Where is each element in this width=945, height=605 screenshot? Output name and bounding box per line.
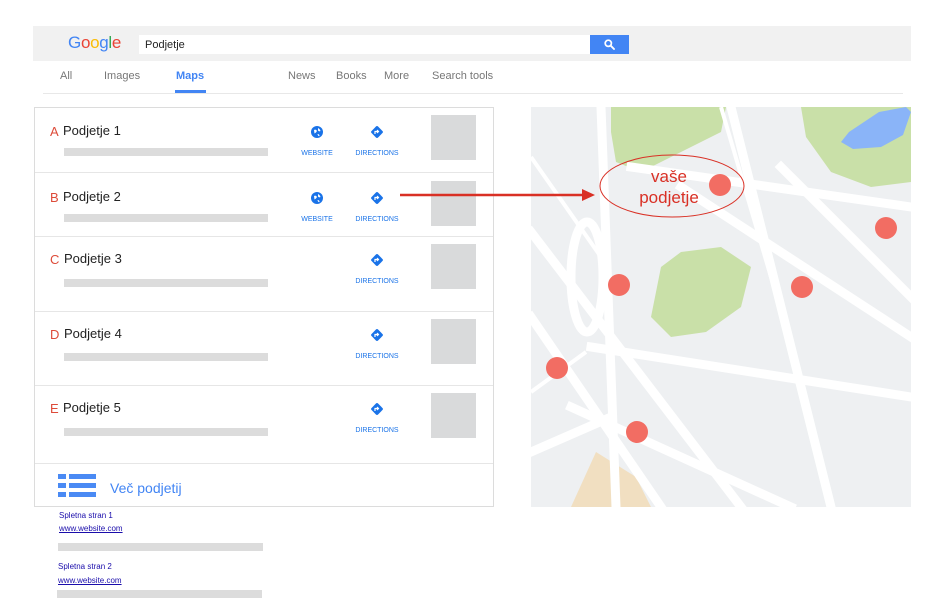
park-area	[651, 247, 751, 337]
address-placeholder	[64, 148, 268, 156]
row-divider	[35, 236, 493, 237]
globe-icon[interactable]	[310, 191, 324, 205]
more-businesses-link[interactable]: Več podjetij	[110, 480, 182, 496]
tab-images[interactable]: Images	[104, 70, 140, 82]
web-result-url[interactable]: www.website.com	[58, 576, 122, 585]
search-button[interactable]	[590, 35, 629, 54]
snippet-placeholder	[58, 543, 263, 551]
map-pin	[546, 357, 568, 379]
business-photo[interactable]	[431, 115, 476, 160]
address-placeholder	[64, 353, 268, 361]
search-input[interactable]	[139, 35, 590, 54]
list-icon[interactable]	[58, 474, 98, 500]
local-results-panel	[34, 107, 494, 507]
directions-icon[interactable]	[370, 402, 384, 416]
tab-all[interactable]: All	[60, 70, 72, 82]
result-letter: A	[50, 124, 59, 139]
tab-more[interactable]: More	[384, 70, 409, 82]
business-name[interactable]: Podjetje 3	[64, 251, 122, 266]
result-letter: D	[50, 327, 60, 342]
business-name[interactable]: Podjetje 4	[64, 326, 122, 341]
tab-books[interactable]: Books	[336, 70, 367, 82]
directions-button[interactable]: DIRECTIONS	[347, 150, 407, 157]
address-placeholder	[64, 214, 268, 222]
business-photo[interactable]	[431, 319, 476, 364]
website-button[interactable]: WEBSITE	[287, 216, 347, 223]
search-icon	[604, 39, 615, 50]
directions-icon[interactable]	[370, 328, 384, 342]
tab-news[interactable]: News	[288, 70, 316, 82]
web-result-title[interactable]: Spletna stran 2	[58, 562, 112, 571]
address-placeholder	[64, 279, 268, 287]
tab-search-tools[interactable]: Search tools	[432, 70, 493, 82]
row-divider	[35, 311, 493, 312]
directions-button[interactable]: DIRECTIONS	[347, 216, 407, 223]
result-letter: B	[50, 190, 59, 205]
globe-icon[interactable]	[310, 125, 324, 139]
callout-label: vaše podjetje	[639, 167, 699, 207]
business-name[interactable]: Podjetje 5	[63, 400, 121, 415]
tabs-divider	[43, 93, 903, 94]
business-name[interactable]: Podjetje 1	[63, 123, 121, 138]
address-placeholder	[64, 428, 268, 436]
map-pin	[626, 421, 648, 443]
road	[531, 411, 617, 457]
result-letter: C	[50, 252, 60, 267]
map-pin	[791, 276, 813, 298]
snippet-placeholder	[57, 590, 262, 598]
result-letter: E	[50, 401, 59, 416]
directions-button[interactable]: DIRECTIONS	[347, 278, 407, 285]
web-result-url[interactable]: www.website.com	[59, 524, 123, 533]
row-divider	[35, 385, 493, 386]
row-divider	[35, 172, 493, 173]
directions-icon[interactable]	[370, 125, 384, 139]
business-photo[interactable]	[431, 244, 476, 289]
map-pin	[875, 217, 897, 239]
row-divider	[35, 463, 493, 464]
google-logo[interactable]: Google	[68, 33, 121, 53]
directions-button[interactable]: DIRECTIONS	[347, 427, 407, 434]
tab-maps[interactable]: Maps	[176, 70, 204, 82]
directions-icon[interactable]	[370, 253, 384, 267]
website-button[interactable]: WEBSITE	[287, 150, 347, 157]
directions-icon[interactable]	[370, 191, 384, 205]
business-name[interactable]: Podjetje 2	[63, 189, 121, 204]
web-result-title[interactable]: Spletna stran 1	[59, 511, 113, 520]
directions-button[interactable]: DIRECTIONS	[347, 353, 407, 360]
map-pin	[608, 274, 630, 296]
business-photo[interactable]	[431, 393, 476, 438]
arrow-icon	[400, 189, 595, 201]
